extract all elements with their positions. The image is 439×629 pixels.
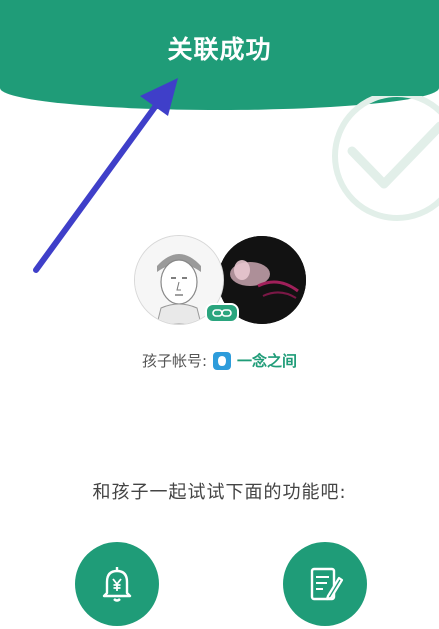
reward-reminder-button[interactable] [75, 542, 159, 626]
header-bar: 关联成功 [0, 0, 439, 110]
feature-prompt: 和孩子一起试试下面的功能吧: [92, 482, 347, 503]
page-title: 关联成功 [167, 35, 272, 64]
link-icon [205, 303, 239, 323]
child-account-label: 孩子帐号: [141, 352, 208, 370]
notes-pen-icon [310, 567, 344, 601]
notes-button[interactable] [283, 542, 367, 626]
success-check-icon [332, 96, 439, 221]
bell-yen-icon [102, 567, 132, 602]
app-logo-icon [213, 351, 232, 370]
child-account-name: 一念之间 [237, 352, 298, 370]
child-account-row: 孩子帐号: 一念之间 [0, 350, 439, 371]
